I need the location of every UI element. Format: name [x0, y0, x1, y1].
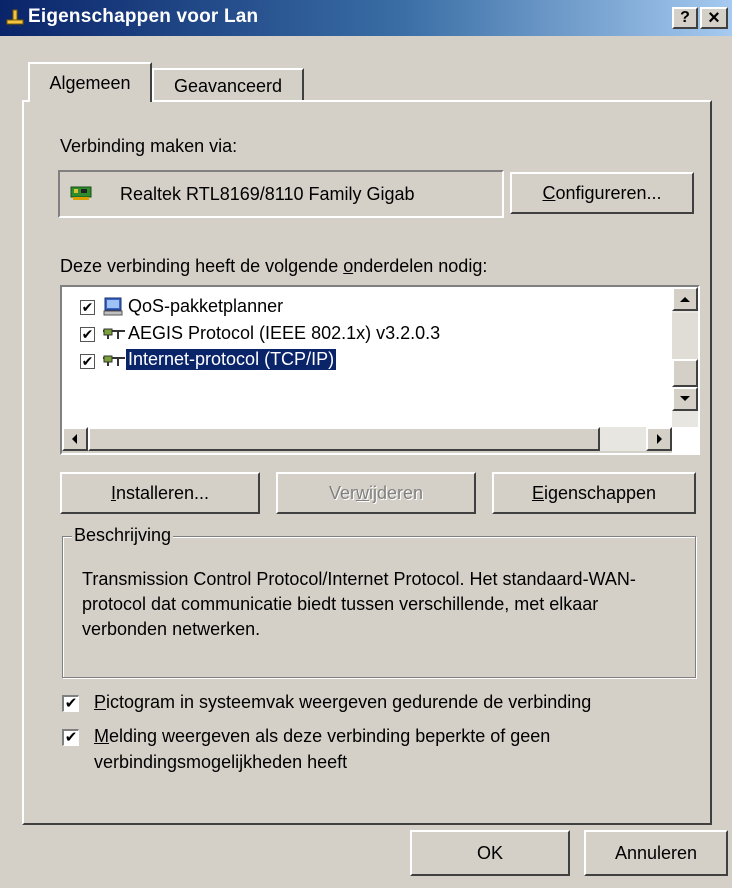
network-connection-icon	[6, 9, 24, 27]
cancel-button[interactable]: Annuleren	[584, 830, 728, 876]
configure-button[interactable]: Configureren...	[510, 172, 694, 214]
remove-label-post: ijderen	[368, 483, 424, 503]
protocol-icon	[103, 355, 125, 366]
protocol-icon	[103, 328, 125, 339]
list-item-checkbox[interactable]: ✔	[80, 354, 95, 369]
scroll-left-arrow[interactable]	[62, 427, 88, 451]
tab-general[interactable]: Algemeen	[28, 62, 152, 102]
configure-label-rest: onfigureren...	[555, 183, 662, 203]
list-item-checkbox[interactable]: ✔	[80, 300, 95, 315]
list-item-selected[interactable]: ✔ Internet-protocol (TCP/IP)	[74, 348, 654, 374]
scheduler-icon	[103, 297, 123, 316]
ok-button[interactable]: OK	[410, 830, 570, 876]
components-label: Deze verbinding heeft de volgende onderd…	[60, 256, 487, 277]
tray-icon-option-label: Pictogram in systeemvak weergeven gedure…	[94, 692, 591, 713]
window-title: Eigenschappen voor Lan	[28, 6, 259, 27]
title-bar[interactable]: Eigenschappen voor Lan ? ×	[0, 0, 732, 36]
connect-via-label: Verbinding maken via:	[60, 136, 238, 156]
properties-accel: E	[531, 483, 544, 503]
components-label-pre: Deze verbinding heeft de volgende	[60, 256, 344, 276]
install-button[interactable]: Installeren...	[60, 472, 260, 514]
vertical-scrollbar[interactable]	[672, 287, 698, 427]
tray-icon-checkbox[interactable]: ✔	[62, 695, 79, 712]
horizontal-scroll-thumb[interactable]	[88, 427, 600, 451]
close-button[interactable]: ×	[700, 7, 728, 29]
properties-button[interactable]: Eigenschappen	[492, 472, 696, 514]
limited-connectivity-label-line2: verbindingsmogelijkheden heeft	[94, 752, 348, 772]
horizontal-scrollbar[interactable]	[62, 427, 672, 453]
horizontal-scrollbar-track[interactable]	[600, 427, 646, 451]
install-label-rest: nstalleren...	[115, 483, 210, 503]
description-legend: Beschrijving	[72, 525, 174, 546]
adapter-name: Realtek RTL8169/8110 Family Gigab	[120, 184, 415, 204]
components-label-accel: o	[343, 256, 354, 276]
remove-label-pre: Ver	[328, 483, 356, 503]
tray-icon-label-rest: ictogram in systeemvak weergeven geduren…	[106, 692, 592, 712]
properties-label-rest: igenschappen	[543, 483, 657, 503]
scrollbar-track[interactable]	[672, 313, 698, 359]
limited-connectivity-checkbox[interactable]: ✔	[62, 729, 79, 746]
tab-advanced[interactable]: Geavanceerd	[152, 68, 304, 100]
help-button[interactable]: ?	[672, 7, 698, 29]
description-text: Transmission Control Protocol/Internet P…	[82, 569, 636, 639]
remove-accel: w	[355, 483, 369, 503]
tray-icon-option[interactable]: ✔ Pictogram in systeemvak weergeven gedu…	[62, 692, 702, 716]
list-item-label: Internet-protocol (TCP/IP)	[124, 348, 338, 371]
tab-general-label: Algemeen	[49, 73, 131, 93]
configure-accel: C	[542, 183, 556, 203]
adapter-field[interactable]: Realtek RTL8169/8110 Family Gigab	[58, 170, 504, 218]
remove-button[interactable]: Verwijderen	[276, 472, 476, 514]
scroll-thumb[interactable]	[672, 359, 698, 387]
scroll-down-arrow[interactable]	[672, 387, 698, 411]
scroll-right-arrow[interactable]	[646, 427, 672, 451]
tray-icon-accel: P	[94, 692, 107, 712]
list-item-checkbox[interactable]: ✔	[80, 327, 95, 342]
components-list[interactable]: ✔ QoS-pakketplanner ✔ AEGIS Protocol (IE…	[60, 285, 700, 455]
limited-connectivity-label-line1: Melding weergeven als deze verbinding be…	[94, 726, 550, 747]
tab-advanced-label: Geavanceerd	[173, 76, 283, 96]
scroll-up-arrow[interactable]	[672, 287, 698, 311]
list-item-label: QoS-pakketplanner	[128, 296, 284, 316]
network-card-icon	[70, 186, 92, 200]
limited-connectivity-accel: M	[94, 726, 109, 746]
list-item[interactable]: ✔ QoS-pakketplanner	[74, 296, 654, 320]
limited-connectivity-label-rest: elding weergeven als deze verbinding bep…	[109, 726, 551, 746]
list-item-label: AEGIS Protocol (IEEE 802.1x) v3.2.0.3	[128, 323, 441, 343]
limited-connectivity-option[interactable]: ✔ Melding weergeven als deze verbinding …	[62, 726, 702, 778]
list-item[interactable]: ✔ AEGIS Protocol (IEEE 802.1x) v3.2.0.3	[74, 323, 654, 347]
components-label-post: nderdelen nodig:	[353, 256, 488, 276]
